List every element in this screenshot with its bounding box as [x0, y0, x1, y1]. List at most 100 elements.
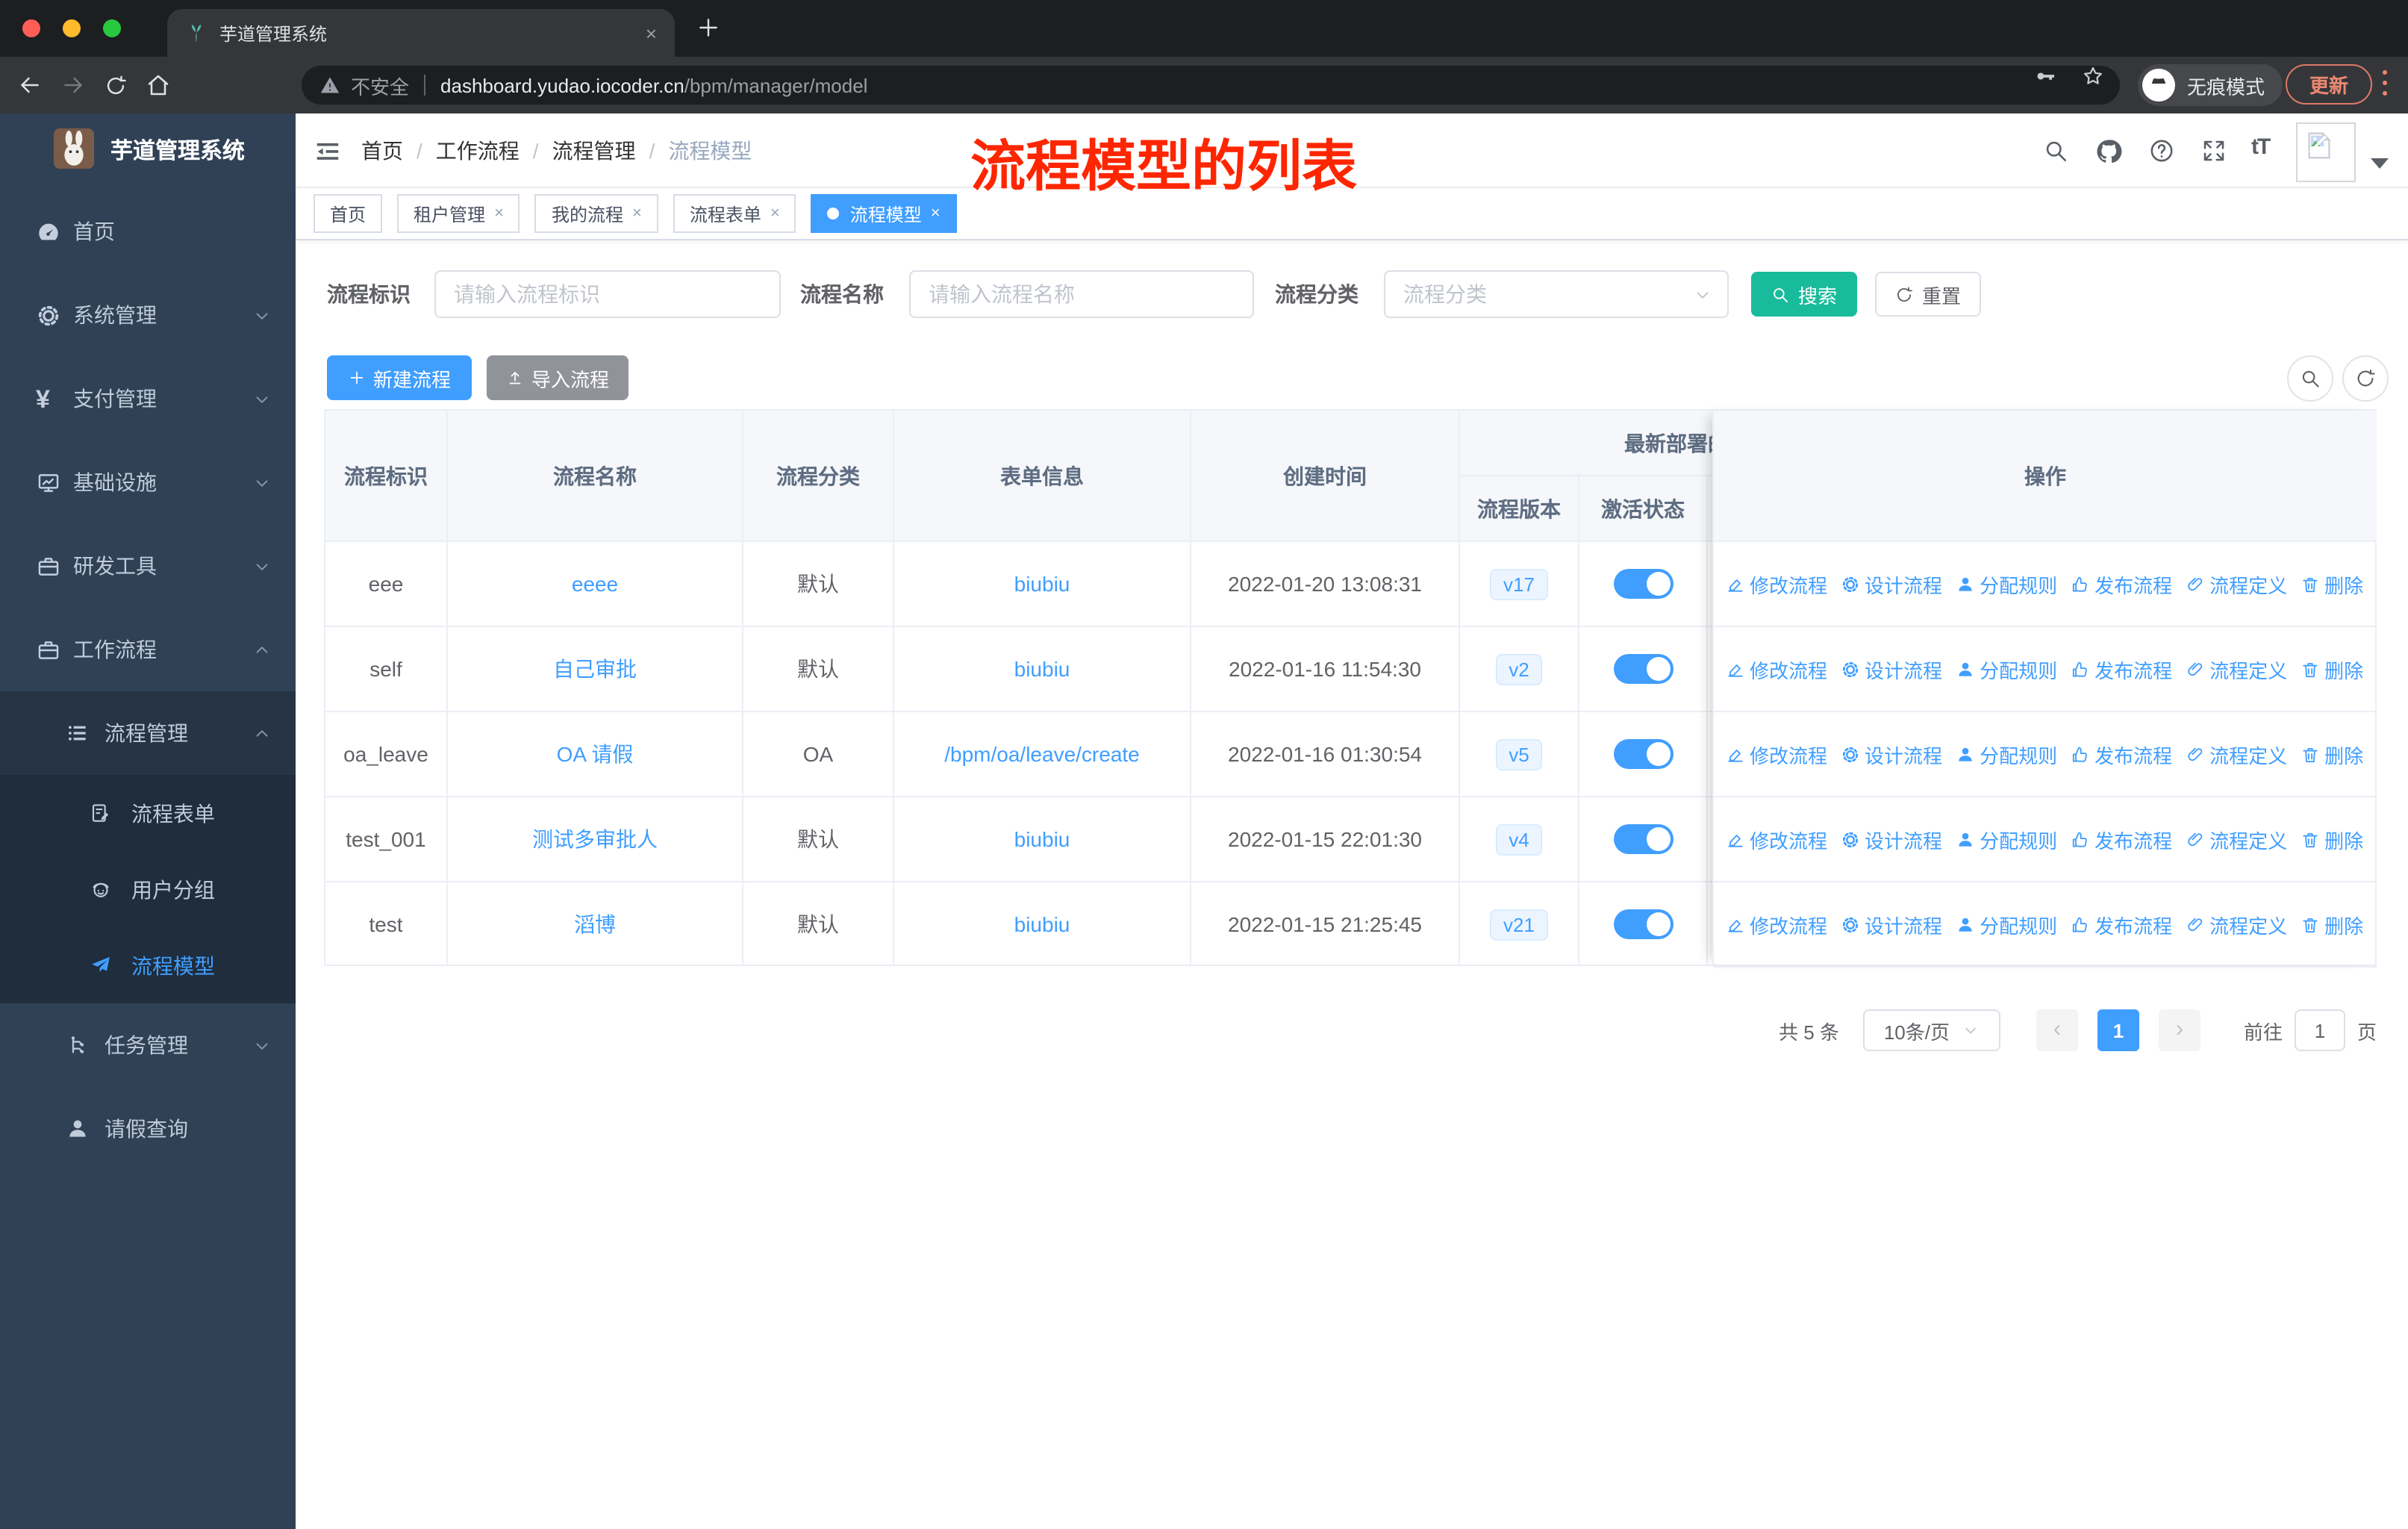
assign-rule-link[interactable]: 分配规则	[1956, 910, 2057, 938]
forward-icon[interactable]	[60, 72, 87, 99]
github-icon[interactable]	[2094, 137, 2123, 166]
delete-link[interactable]: 删除	[2301, 910, 2363, 938]
sidebar-item-task-management[interactable]: 任务管理	[0, 1003, 296, 1087]
active-toggle[interactable]	[1613, 824, 1673, 854]
version-badge[interactable]: v4	[1495, 823, 1543, 855]
back-icon[interactable]	[16, 72, 43, 99]
sidebar-item-leave-query[interactable]: 请假查询	[0, 1087, 296, 1171]
breadcrumb-item[interactable]: 流程管理	[552, 136, 636, 166]
tag-process-form[interactable]: 流程表单 ×	[673, 194, 796, 233]
delete-link[interactable]: 删除	[2301, 655, 2363, 683]
breadcrumb-item[interactable]: 工作流程	[436, 136, 520, 166]
close-icon[interactable]: ×	[770, 205, 780, 222]
browser-update-button[interactable]: 更新	[2286, 64, 2372, 105]
process-name-link[interactable]: 自己审批	[553, 654, 637, 684]
design-process-link[interactable]: 设计流程	[1841, 740, 1942, 768]
table-search-button[interactable]	[2287, 355, 2333, 402]
browser-tab[interactable]: 芋道管理系统 ×	[167, 9, 675, 57]
search-button[interactable]: 搜索	[1751, 272, 1857, 317]
active-toggle[interactable]	[1613, 909, 1673, 939]
sidebar-item-home[interactable]: 首页	[0, 190, 296, 273]
process-definition-link[interactable]: 流程定义	[2186, 570, 2287, 598]
delete-link[interactable]: 删除	[2301, 740, 2363, 768]
active-toggle[interactable]	[1613, 739, 1673, 769]
tag-my-process[interactable]: 我的流程 ×	[534, 194, 658, 233]
sidebar-item-process-form[interactable]: 流程表单	[0, 775, 296, 851]
address-bar[interactable]: 不安全 dashboard.yudao.iocoder.cn/bpm/manag…	[302, 66, 2120, 105]
process-name-link[interactable]: 测试多审批人	[532, 824, 658, 854]
window-close-button[interactable]	[22, 19, 40, 37]
deploy-process-link[interactable]: 发布流程	[2071, 655, 2172, 683]
current-page-button[interactable]: 1	[2097, 1009, 2139, 1051]
sidebar-item-process-management[interactable]: 流程管理	[0, 691, 296, 775]
tag-home[interactable]: 首页	[314, 194, 383, 233]
avatar[interactable]	[2296, 122, 2356, 182]
caret-down-icon[interactable]	[2371, 158, 2389, 169]
process-name-link[interactable]: eeee	[572, 572, 618, 596]
sidebar-item-user-group[interactable]: 用户分组	[0, 851, 296, 927]
assign-rule-link[interactable]: 分配规则	[1956, 655, 2057, 683]
process-id-input[interactable]	[434, 270, 781, 318]
goto-page-input[interactable]	[2294, 1009, 2345, 1051]
version-badge[interactable]: v17	[1490, 568, 1548, 600]
version-badge[interactable]: v5	[1495, 738, 1543, 770]
assign-rule-link[interactable]: 分配规则	[1956, 740, 2057, 768]
sidebar-item-workflow[interactable]: 工作流程	[0, 608, 296, 691]
form-info-link[interactable]: biubiu	[1014, 827, 1070, 851]
import-process-button[interactable]: 导入流程	[487, 355, 628, 400]
assign-rule-link[interactable]: 分配规则	[1956, 825, 2057, 853]
close-icon[interactable]: ×	[494, 205, 504, 222]
tab-close-icon[interactable]: ×	[646, 22, 657, 44]
deploy-process-link[interactable]: 发布流程	[2071, 910, 2172, 938]
process-name-link[interactable]: OA 请假	[557, 739, 634, 769]
tag-process-model-active[interactable]: 流程模型 ×	[811, 194, 957, 233]
version-badge[interactable]: v2	[1495, 653, 1543, 685]
close-icon[interactable]: ×	[632, 205, 642, 222]
form-info-link[interactable]: /bpm/oa/leave/create	[944, 742, 1140, 766]
sidebar-collapse-icon[interactable]	[314, 137, 342, 166]
reset-button[interactable]: 重置	[1875, 272, 1981, 317]
sidebar-item-system[interactable]: 系统管理	[0, 273, 296, 357]
design-process-link[interactable]: 设计流程	[1841, 825, 1942, 853]
tag-tenant[interactable]: 租户管理 ×	[397, 194, 520, 233]
process-category-select[interactable]: 流程分类	[1384, 270, 1729, 318]
edit-process-link[interactable]: 修改流程	[1726, 740, 1827, 768]
fullscreen-icon[interactable]	[2200, 137, 2227, 164]
help-icon[interactable]	[2148, 137, 2175, 164]
process-name-input[interactable]	[909, 270, 1254, 318]
delete-link[interactable]: 删除	[2301, 825, 2363, 853]
design-process-link[interactable]: 设计流程	[1841, 570, 1942, 598]
page-size-select[interactable]: 10条/页	[1862, 1009, 2000, 1051]
form-info-link[interactable]: biubiu	[1014, 572, 1070, 596]
assign-rule-link[interactable]: 分配规则	[1956, 570, 2057, 598]
sidebar-item-dev-tools[interactable]: 研发工具	[0, 524, 296, 608]
sidebar-item-process-model[interactable]: 流程模型	[0, 927, 296, 1003]
edit-process-link[interactable]: 修改流程	[1726, 655, 1827, 683]
delete-link[interactable]: 删除	[2301, 570, 2363, 598]
create-process-button[interactable]: 新建流程	[327, 355, 472, 400]
font-size-icon[interactable]: tT	[2251, 134, 2271, 160]
sidebar-item-payment[interactable]: ¥ 支付管理	[0, 357, 296, 440]
active-toggle[interactable]	[1613, 654, 1673, 684]
active-toggle[interactable]	[1613, 569, 1673, 599]
process-name-link[interactable]: 滔博	[574, 909, 616, 939]
deploy-process-link[interactable]: 发布流程	[2071, 825, 2172, 853]
close-icon[interactable]: ×	[931, 205, 941, 222]
version-badge[interactable]: v21	[1490, 909, 1548, 940]
form-info-link[interactable]: biubiu	[1014, 657, 1070, 681]
home-icon[interactable]	[145, 72, 172, 99]
form-info-link[interactable]: biubiu	[1014, 912, 1070, 936]
deploy-process-link[interactable]: 发布流程	[2071, 740, 2172, 768]
design-process-link[interactable]: 设计流程	[1841, 910, 1942, 938]
next-page-button[interactable]: ›	[2158, 1009, 2200, 1051]
window-minimize-button[interactable]	[63, 19, 81, 37]
key-icon[interactable]	[2033, 64, 2057, 88]
process-definition-link[interactable]: 流程定义	[2186, 825, 2287, 853]
prev-page-button[interactable]: ‹	[2036, 1009, 2078, 1051]
search-icon[interactable]	[2042, 137, 2069, 164]
edit-process-link[interactable]: 修改流程	[1726, 825, 1827, 853]
sidebar-item-infrastructure[interactable]: 基础设施	[0, 440, 296, 524]
table-refresh-button[interactable]	[2342, 355, 2389, 402]
design-process-link[interactable]: 设计流程	[1841, 655, 1942, 683]
new-tab-icon[interactable]	[696, 15, 721, 40]
